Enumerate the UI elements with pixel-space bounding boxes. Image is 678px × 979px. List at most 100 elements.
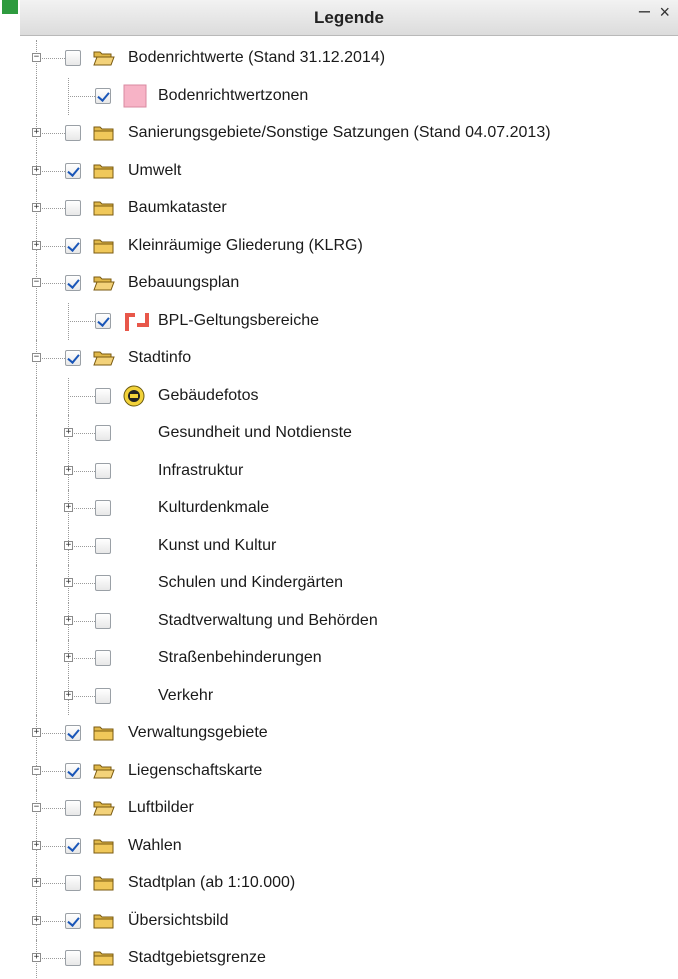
tree-connector-vertical bbox=[36, 677, 37, 715]
layer-checkbox[interactable] bbox=[65, 725, 81, 741]
collapse-icon[interactable]: − bbox=[32, 278, 41, 287]
layer-label: Stadtgebietsgrenze bbox=[128, 949, 266, 966]
tree-row[interactable]: + Stadtplan (ab 1:10.000) bbox=[20, 865, 678, 903]
tree-row[interactable]: + Kleinräumige Gliederung (KLRG) bbox=[20, 227, 678, 265]
layer-checkbox[interactable] bbox=[65, 237, 81, 254]
expand-icon[interactable]: + bbox=[32, 840, 41, 850]
minimize-button[interactable]: – bbox=[639, 0, 650, 23]
expand-icon[interactable]: + bbox=[64, 503, 73, 512]
folder-closed-icon bbox=[93, 911, 115, 936]
layer-label: Übersichtsbild bbox=[128, 911, 229, 929]
layer-checkbox[interactable] bbox=[95, 500, 111, 516]
expand-icon[interactable]: + bbox=[32, 878, 41, 887]
tree-row[interactable]: − Luftbilder bbox=[20, 790, 678, 828]
layer-checkbox[interactable] bbox=[65, 762, 81, 779]
layer-label: Stadtinfo bbox=[128, 349, 192, 366]
tree-row[interactable]: Gebäudefotos bbox=[20, 377, 678, 415]
layer-checkbox[interactable] bbox=[95, 575, 111, 591]
layer-checkbox[interactable] bbox=[95, 87, 111, 104]
folder-open-icon bbox=[93, 273, 115, 298]
tree-row[interactable]: + Kulturdenkmale bbox=[20, 490, 678, 528]
layer-checkbox[interactable] bbox=[65, 200, 81, 216]
tree-row[interactable]: BPL-Geltungsbereiche bbox=[20, 302, 678, 340]
tree-row[interactable]: + Verwaltungsgebiete bbox=[20, 715, 678, 753]
layer-checkbox[interactable] bbox=[95, 687, 111, 704]
tree-connector-horizontal bbox=[68, 395, 95, 397]
tree-row[interactable]: + Kunst und Kultur bbox=[20, 527, 678, 565]
layer-checkbox[interactable] bbox=[65, 912, 81, 929]
layer-label: Sanierungsgebiete/Sonstige Satzungen (St… bbox=[128, 124, 551, 141]
expand-icon[interactable]: + bbox=[32, 953, 41, 962]
tree-row[interactable]: − Liegenschaftskarte bbox=[20, 752, 678, 790]
tree-row[interactable]: − Stadtinfo bbox=[20, 340, 678, 378]
tree-row[interactable]: + Sanierungsgebiete/Sonstige Satzungen (S… bbox=[20, 115, 678, 153]
layer-label: Stadtplan (ab 1:10.000) bbox=[128, 874, 296, 891]
layer-checkbox[interactable] bbox=[65, 950, 81, 966]
layer-checkbox[interactable] bbox=[95, 312, 111, 329]
expand-icon[interactable]: + bbox=[64, 653, 73, 662]
layer-label: Straßenbehinderungen bbox=[158, 649, 322, 666]
collapse-icon[interactable]: − bbox=[32, 765, 41, 775]
tree-row[interactable]: + Stadtgebietsgrenze bbox=[20, 940, 678, 978]
expand-icon[interactable]: + bbox=[64, 465, 73, 475]
layer-checkbox[interactable] bbox=[65, 162, 81, 179]
folder-closed-icon bbox=[93, 836, 115, 861]
tree-row[interactable]: + Schulen und Kindergärten bbox=[20, 565, 678, 603]
expand-icon[interactable]: + bbox=[32, 728, 41, 737]
layer-checkbox[interactable] bbox=[95, 387, 111, 404]
expand-icon[interactable]: + bbox=[64, 690, 73, 700]
tree-row[interactable]: + Straßenbehinderungen bbox=[20, 640, 678, 678]
tree-connector-vertical bbox=[36, 602, 37, 640]
expand-icon[interactable]: + bbox=[32, 165, 41, 175]
folder-closed-icon bbox=[93, 873, 115, 898]
legend-panel: Legende – × − Bodenrichtwerte (Stand 31.1… bbox=[20, 0, 678, 979]
layer-label: BPL-Geltungsbereiche bbox=[158, 311, 319, 329]
expand-icon[interactable]: + bbox=[32, 203, 41, 212]
expand-icon[interactable]: + bbox=[64, 615, 73, 625]
layer-checkbox[interactable] bbox=[65, 875, 81, 891]
expand-icon[interactable]: + bbox=[32, 240, 41, 250]
tree-row[interactable]: + Stadtverwaltung und Behörden bbox=[20, 602, 678, 640]
expand-icon[interactable]: + bbox=[64, 578, 73, 587]
expand-icon[interactable]: + bbox=[32, 915, 41, 925]
layer-label: Verwaltungsgebiete bbox=[128, 724, 268, 741]
layer-checkbox[interactable] bbox=[65, 275, 81, 291]
bpl-corner-icon bbox=[123, 309, 149, 338]
folder-open-icon bbox=[93, 348, 115, 373]
expand-icon[interactable]: + bbox=[64, 428, 73, 437]
layer-checkbox[interactable] bbox=[65, 50, 81, 66]
layer-checkbox[interactable] bbox=[95, 425, 111, 441]
layer-label: Stadtverwaltung und Behörden bbox=[158, 611, 378, 629]
tree-connector-horizontal bbox=[68, 320, 95, 322]
layer-checkbox[interactable] bbox=[95, 650, 111, 666]
folder-closed-icon bbox=[93, 123, 115, 148]
layer-checkbox[interactable] bbox=[95, 462, 111, 479]
collapse-icon[interactable]: − bbox=[32, 353, 41, 362]
collapse-icon[interactable]: − bbox=[32, 803, 41, 812]
tree-row[interactable]: Bodenrichtwertzonen bbox=[20, 77, 678, 115]
expand-icon[interactable]: + bbox=[32, 128, 41, 137]
layer-checkbox[interactable] bbox=[95, 612, 111, 629]
tree-row[interactable]: − Bebauungsplan bbox=[20, 265, 678, 303]
tree-row[interactable]: − Bodenrichtwerte (Stand 31.12.2014) bbox=[20, 40, 678, 78]
tree-row[interactable]: + Gesundheit und Notdienste bbox=[20, 415, 678, 453]
layer-checkbox[interactable] bbox=[65, 837, 81, 854]
layer-checkbox[interactable] bbox=[65, 800, 81, 816]
collapse-icon[interactable]: − bbox=[32, 53, 41, 62]
tree-row[interactable]: + Verkehr bbox=[20, 677, 678, 715]
layer-checkbox[interactable] bbox=[65, 350, 81, 366]
layer-label: Bodenrichtwertzonen bbox=[158, 86, 309, 104]
layer-label: Kunst und Kultur bbox=[158, 536, 277, 554]
layer-checkbox[interactable] bbox=[65, 125, 81, 141]
tree-row[interactable]: + Umwelt bbox=[20, 152, 678, 190]
tree-connector-vertical bbox=[36, 640, 37, 678]
pink-swatch-icon bbox=[123, 84, 147, 113]
tree-row[interactable]: + Wahlen bbox=[20, 827, 678, 865]
close-button[interactable]: × bbox=[659, 2, 670, 23]
tree-row[interactable]: + Baumkataster bbox=[20, 190, 678, 228]
layer-label: Kleinräumige Gliederung (KLRG) bbox=[128, 236, 363, 254]
tree-row[interactable]: + Infrastruktur bbox=[20, 452, 678, 490]
expand-icon[interactable]: + bbox=[64, 540, 73, 550]
tree-row[interactable]: + Übersichtsbild bbox=[20, 902, 678, 940]
layer-checkbox[interactable] bbox=[95, 537, 111, 554]
